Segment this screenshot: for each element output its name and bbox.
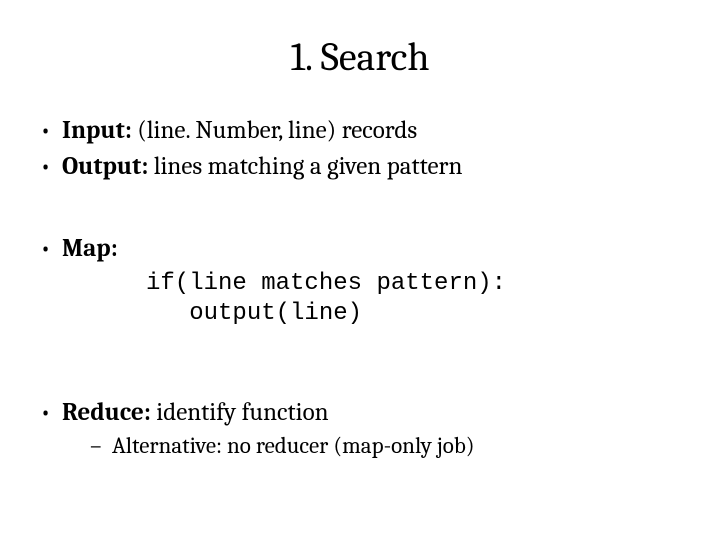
bullet-list-map: Map: — [36, 233, 684, 265]
code-line-1: if(line matches pattern): — [146, 270, 506, 297]
map-label: Map: — [62, 234, 118, 263]
code-line-2: output(line) — [146, 300, 362, 327]
input-label: Input: — [62, 116, 132, 145]
slide-title: 1. Search — [36, 32, 684, 83]
reduce-label: Reduce: — [62, 398, 151, 427]
map-code-block: if(line matches pattern): output(line) — [36, 269, 684, 329]
reduce-text: identify function — [151, 398, 329, 427]
bullet-map: Map: — [36, 233, 684, 265]
sub-bullet-list: Alternative: no reducer (map-only job) — [62, 431, 684, 460]
bullet-input: Input: (line. Number, line) records — [36, 115, 684, 147]
sub-bullet-alternative: Alternative: no reducer (map-only job) — [88, 431, 684, 460]
input-text: (line. Number, line) records — [132, 116, 417, 145]
output-label: Output: — [62, 152, 148, 181]
bullet-reduce: Reduce: identify function Alternative: n… — [36, 397, 684, 460]
alt-text: no reducer (map-only job) — [222, 432, 475, 459]
bullet-list-reduce: Reduce: identify function Alternative: n… — [36, 397, 684, 460]
bullet-output: Output: lines matching a given pattern — [36, 151, 684, 183]
alt-label: Alternative: — [112, 432, 222, 459]
bullet-list: Input: (line. Number, line) records Outp… — [36, 115, 684, 183]
output-text: lines matching a given pattern — [148, 152, 462, 181]
